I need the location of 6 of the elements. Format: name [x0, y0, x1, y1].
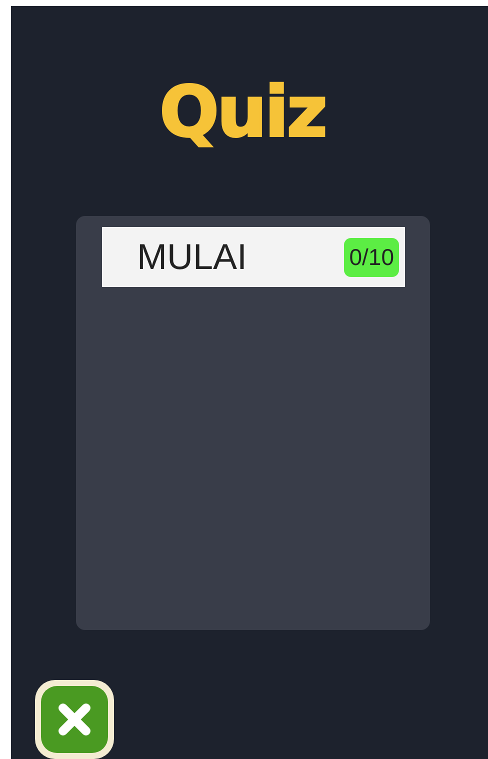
score-badge: 0/10: [344, 238, 399, 276]
quiz-title: Quiz: [159, 70, 326, 154]
start-button[interactable]: MULAI 0/10: [102, 227, 405, 287]
close-button[interactable]: [35, 680, 114, 759]
close-icon: [41, 686, 108, 753]
start-label: MULAI: [137, 236, 248, 278]
